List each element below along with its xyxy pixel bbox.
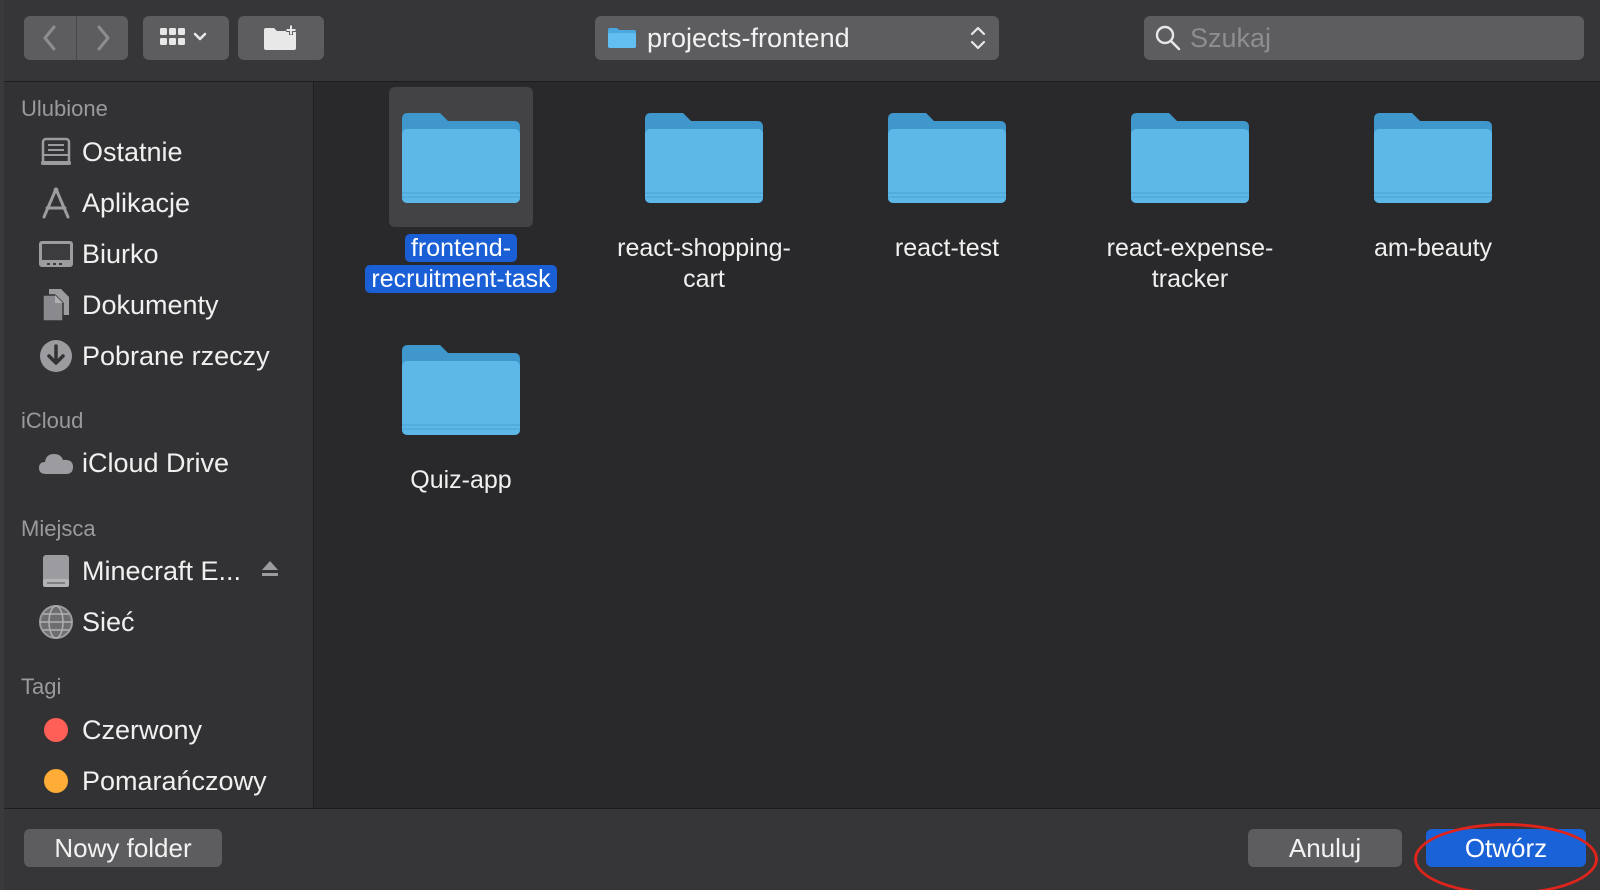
folder-name-line: Quiz-app: [410, 466, 512, 494]
folder-name-line: cart: [683, 265, 725, 293]
folder-name: react-expense-tracker: [1070, 233, 1310, 295]
sidebar-section-places: Miejsca: [21, 516, 96, 541]
path-popup-button[interactable]: projects-frontend: [595, 16, 999, 60]
folder-name-line: tracker: [1151, 265, 1229, 293]
desktop-icon: [34, 234, 78, 274]
sidebar-item-label: Pobrane rzeczy: [82, 340, 270, 371]
folder-name-line: react-expense-: [1106, 234, 1274, 262]
navigation-buttons: [24, 16, 128, 60]
sidebar-item-label: iCloud Drive: [82, 447, 230, 478]
sidebar-section-icloud: iCloud: [21, 408, 84, 433]
sidebar-item-recents[interactable]: Ostatnie: [34, 130, 304, 174]
disk-icon: [34, 551, 78, 591]
sidebar-item-label: Biurko: [82, 238, 159, 269]
tag-orange-dot-icon: [34, 761, 78, 801]
new-folder-toolbar-button[interactable]: [238, 16, 324, 60]
folder-item[interactable]: Quiz-app: [336, 314, 586, 496]
folder-item[interactable]: frontend-recruitment-task: [336, 82, 586, 295]
view-options-button[interactable]: [143, 16, 229, 60]
folder-name-line: am-beauty: [1373, 234, 1493, 262]
folder-item[interactable]: am-beauty: [1308, 82, 1558, 264]
sidebar-item-network[interactable]: Sieć: [34, 600, 304, 644]
folder-name: react-test: [827, 233, 1067, 264]
chevron-right-icon: [97, 25, 109, 51]
sidebar-item-label: Aplikacje: [82, 187, 191, 218]
forward-button[interactable]: [76, 16, 128, 60]
sidebar-item-label: Pomarańczowy: [82, 765, 267, 796]
folder-name-line: frontend-: [404, 234, 518, 262]
folder-item[interactable]: react-expense-tracker: [1065, 82, 1315, 295]
sidebar-item-label: Ostatnie: [82, 136, 183, 167]
sidebar-item-label: Sieć: [82, 606, 135, 637]
sidebar-section-tags: Tagi: [21, 674, 62, 699]
new-folder-icon: [264, 25, 296, 50]
current-folder-name: projects-frontend: [647, 22, 850, 53]
search-input[interactable]: [1190, 22, 1570, 54]
sidebar-item-downloads[interactable]: Pobrane rzeczy: [34, 334, 304, 378]
sidebar-item-label: Minecraft E...: [82, 555, 242, 586]
sidebar-item-tag-red[interactable]: Czerwony: [34, 708, 304, 752]
folder-name: Quiz-app: [341, 465, 581, 496]
recents-icon: [34, 132, 78, 172]
chevron-left-icon: [43, 25, 56, 51]
folder-name: react-shopping-cart: [584, 233, 824, 295]
folder-name-line: react-test: [894, 234, 1000, 262]
network-icon: [34, 602, 78, 642]
back-button[interactable]: [24, 16, 76, 60]
folder-name-line: recruitment-task: [365, 265, 557, 293]
folder-icon: [608, 28, 636, 48]
folder-icon: [389, 319, 533, 459]
downloads-icon: [34, 336, 78, 376]
sidebar-item-documents[interactable]: Dokumenty: [34, 283, 304, 327]
eject-icon[interactable]: [260, 559, 280, 584]
sidebar-item-label: Czerwony: [82, 714, 203, 745]
search-field[interactable]: [1144, 16, 1584, 60]
folder-name: frontend-recruitment-task: [341, 233, 581, 295]
search-icon: [1155, 25, 1181, 51]
folder-icon: [389, 87, 533, 227]
sidebar-item-disk[interactable]: Minecraft E...: [34, 549, 304, 593]
documents-icon: [34, 285, 78, 325]
cloud-icon: [34, 443, 78, 483]
open-button[interactable]: Otwórz: [1426, 829, 1586, 867]
folder-name: am-beauty: [1313, 233, 1553, 264]
new-folder-button[interactable]: Nowy folder: [24, 829, 222, 867]
folder-icon: [632, 87, 776, 227]
folder-item[interactable]: react-shopping-cart: [579, 82, 829, 295]
dialog-footer: Nowy folder Anuluj Otwórz: [4, 808, 1600, 890]
folder-icon: [1118, 87, 1262, 227]
toolbar: projects-frontend: [4, 0, 1600, 82]
sidebar-item-label: Dokumenty: [82, 289, 219, 320]
folder-icon: [875, 87, 1019, 227]
cancel-button[interactable]: Anuluj: [1248, 829, 1402, 867]
sidebar-item-tag-orange[interactable]: Pomarańczowy: [34, 759, 304, 803]
applications-icon: [34, 183, 78, 223]
sidebar-section-favorites: Ulubione: [21, 96, 108, 121]
folder-icon: [1361, 87, 1505, 227]
sidebar: Ulubione Ostatnie Aplikacje Biurko Dokum…: [4, 82, 314, 808]
sidebar-item-desktop[interactable]: Biurko: [34, 232, 304, 276]
folder-name-line: react-shopping-: [617, 234, 791, 262]
tag-red-dot-icon: [34, 710, 78, 750]
file-browser-grid: frontend-recruitment-task react-shopping…: [315, 82, 1600, 808]
sidebar-item-applications[interactable]: Aplikacje: [34, 181, 304, 225]
up-down-arrows-icon: [963, 16, 993, 60]
sidebar-item-icloud-drive[interactable]: iCloud Drive: [34, 441, 304, 485]
folder-item[interactable]: react-test: [822, 82, 1072, 264]
icon-grid-view-icon: [160, 28, 207, 45]
